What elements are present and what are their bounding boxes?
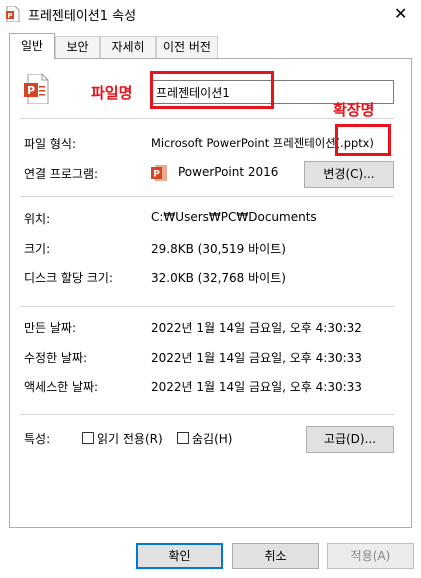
accessed-label: 액세스한 날짜: xyxy=(24,380,99,394)
readonly-label: 읽기 전용(R) xyxy=(97,432,163,446)
svg-text:P: P xyxy=(27,84,35,97)
apply-button: 적용(A) xyxy=(327,543,414,569)
size-label: 크기: xyxy=(24,242,51,256)
file-type-label: 파일 형식: xyxy=(24,137,77,151)
divider xyxy=(20,414,394,415)
disk-size-value: 32.0KB (32,768 바이트) xyxy=(151,271,286,285)
size-value: 29.8KB (30,519 바이트) xyxy=(151,242,286,256)
location-value: C:₩Users₩PC₩Documents xyxy=(151,210,317,224)
extension-annotation: 확장명 xyxy=(333,101,375,119)
hidden-label: 숨김(H) xyxy=(192,432,233,446)
created-value: 2022년 1월 14일 금요일, 오후 4:30:32 xyxy=(151,321,362,335)
created-label: 만든 날짜: xyxy=(24,321,77,335)
close-icon[interactable]: ✕ xyxy=(394,4,407,23)
tab-label: 일반 xyxy=(20,39,44,53)
accessed-value: 2022년 1월 14일 금요일, 오후 4:30:33 xyxy=(151,380,362,394)
tab-label: 이전 버전 xyxy=(163,40,211,54)
tab-details[interactable]: 자세히 xyxy=(100,36,156,58)
disk-size-label: 디스크 할당 크기: xyxy=(24,271,113,285)
hidden-checkbox[interactable] xyxy=(177,432,189,444)
location-label: 위치: xyxy=(24,212,51,226)
extension-highlight xyxy=(335,124,391,156)
powerpoint-file-icon: P xyxy=(24,74,49,104)
readonly-checkbox[interactable] xyxy=(82,432,94,444)
tab-label: 자세히 xyxy=(111,40,145,54)
pptx-file-icon: P xyxy=(6,6,20,22)
file-name-annotation: 파일명 xyxy=(91,84,133,102)
ok-button[interactable]: 확인 xyxy=(136,543,223,569)
svg-text:P: P xyxy=(7,12,12,20)
advanced-button[interactable]: 고급(D)... xyxy=(306,426,394,453)
powerpoint-app-icon: P xyxy=(151,165,167,181)
open-with-value: PowerPoint 2016 xyxy=(178,165,279,179)
divider xyxy=(20,306,394,307)
window-title: 프레젠테이션1 속성 xyxy=(28,9,137,24)
modified-value: 2022년 1월 14일 금요일, 오후 4:30:33 xyxy=(151,351,362,365)
tab-label: 보안 xyxy=(66,40,89,54)
svg-text:P: P xyxy=(153,170,160,180)
tab-previous-versions[interactable]: 이전 버전 xyxy=(156,36,218,58)
tab-general[interactable]: 일반 xyxy=(9,33,55,59)
attributes-label: 특성: xyxy=(24,432,51,446)
open-with-label: 연결 프로그램: xyxy=(24,167,99,181)
tab-security[interactable]: 보안 xyxy=(55,36,100,58)
cancel-button[interactable]: 취소 xyxy=(232,543,319,569)
divider xyxy=(20,118,394,119)
change-button[interactable]: 변경(C)... xyxy=(304,161,394,188)
modified-label: 수정한 날짜: xyxy=(24,351,88,365)
divider xyxy=(20,196,394,197)
file-name-highlight xyxy=(150,71,274,109)
